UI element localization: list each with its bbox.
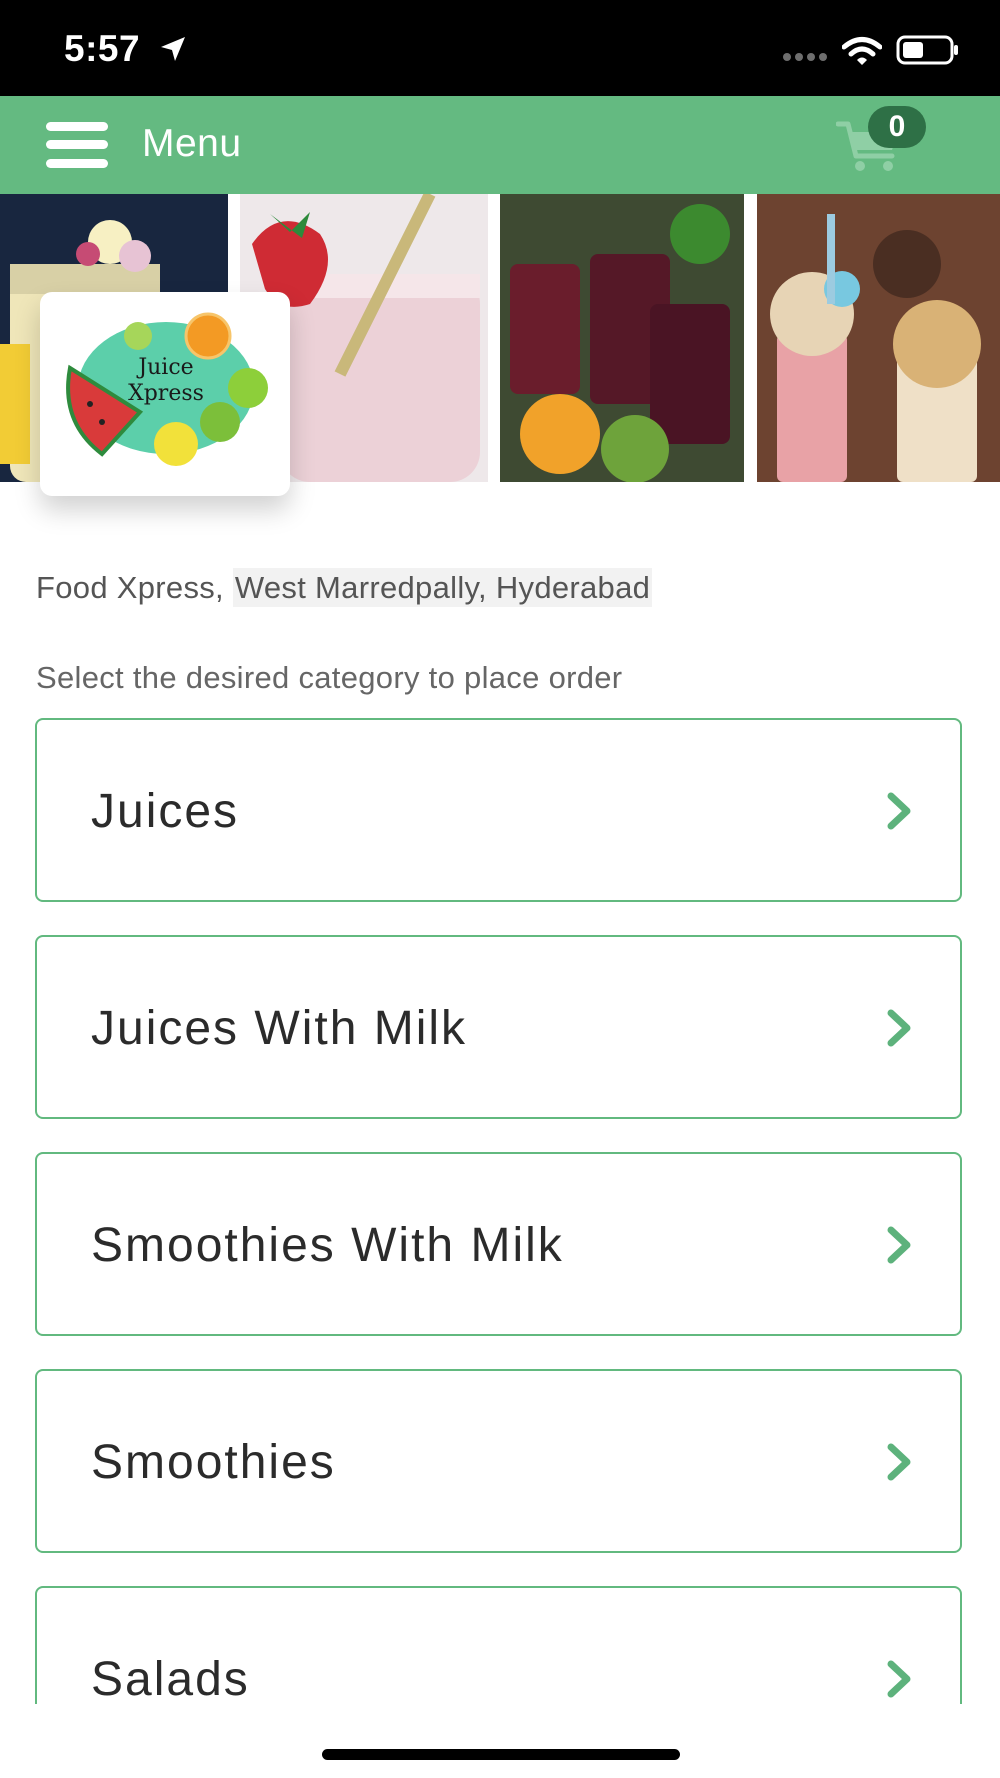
category-juices[interactable]: Juices [35,718,962,902]
category-list: Juices Juices With Milk Smoothies With M… [0,0,1000,1704]
category-smoothies[interactable]: Smoothies [35,1369,962,1553]
chevron-right-icon [887,1009,911,1047]
home-indicator[interactable] [322,1749,680,1760]
category-label: Juices [91,785,240,838]
category-smoothies-with-milk[interactable]: Smoothies With Milk [35,1152,962,1336]
category-label: Salads [91,1653,250,1704]
chevron-right-icon [887,1226,911,1264]
category-label: Juices With Milk [91,1002,468,1055]
category-salads[interactable]: Salads [35,1586,962,1704]
category-label: Smoothies [91,1436,336,1489]
chevron-right-icon [887,1443,911,1481]
chevron-right-icon [887,792,911,830]
chevron-right-icon [887,1660,911,1698]
category-juices-with-milk[interactable]: Juices With Milk [35,935,962,1119]
category-label: Smoothies With Milk [91,1219,564,1272]
